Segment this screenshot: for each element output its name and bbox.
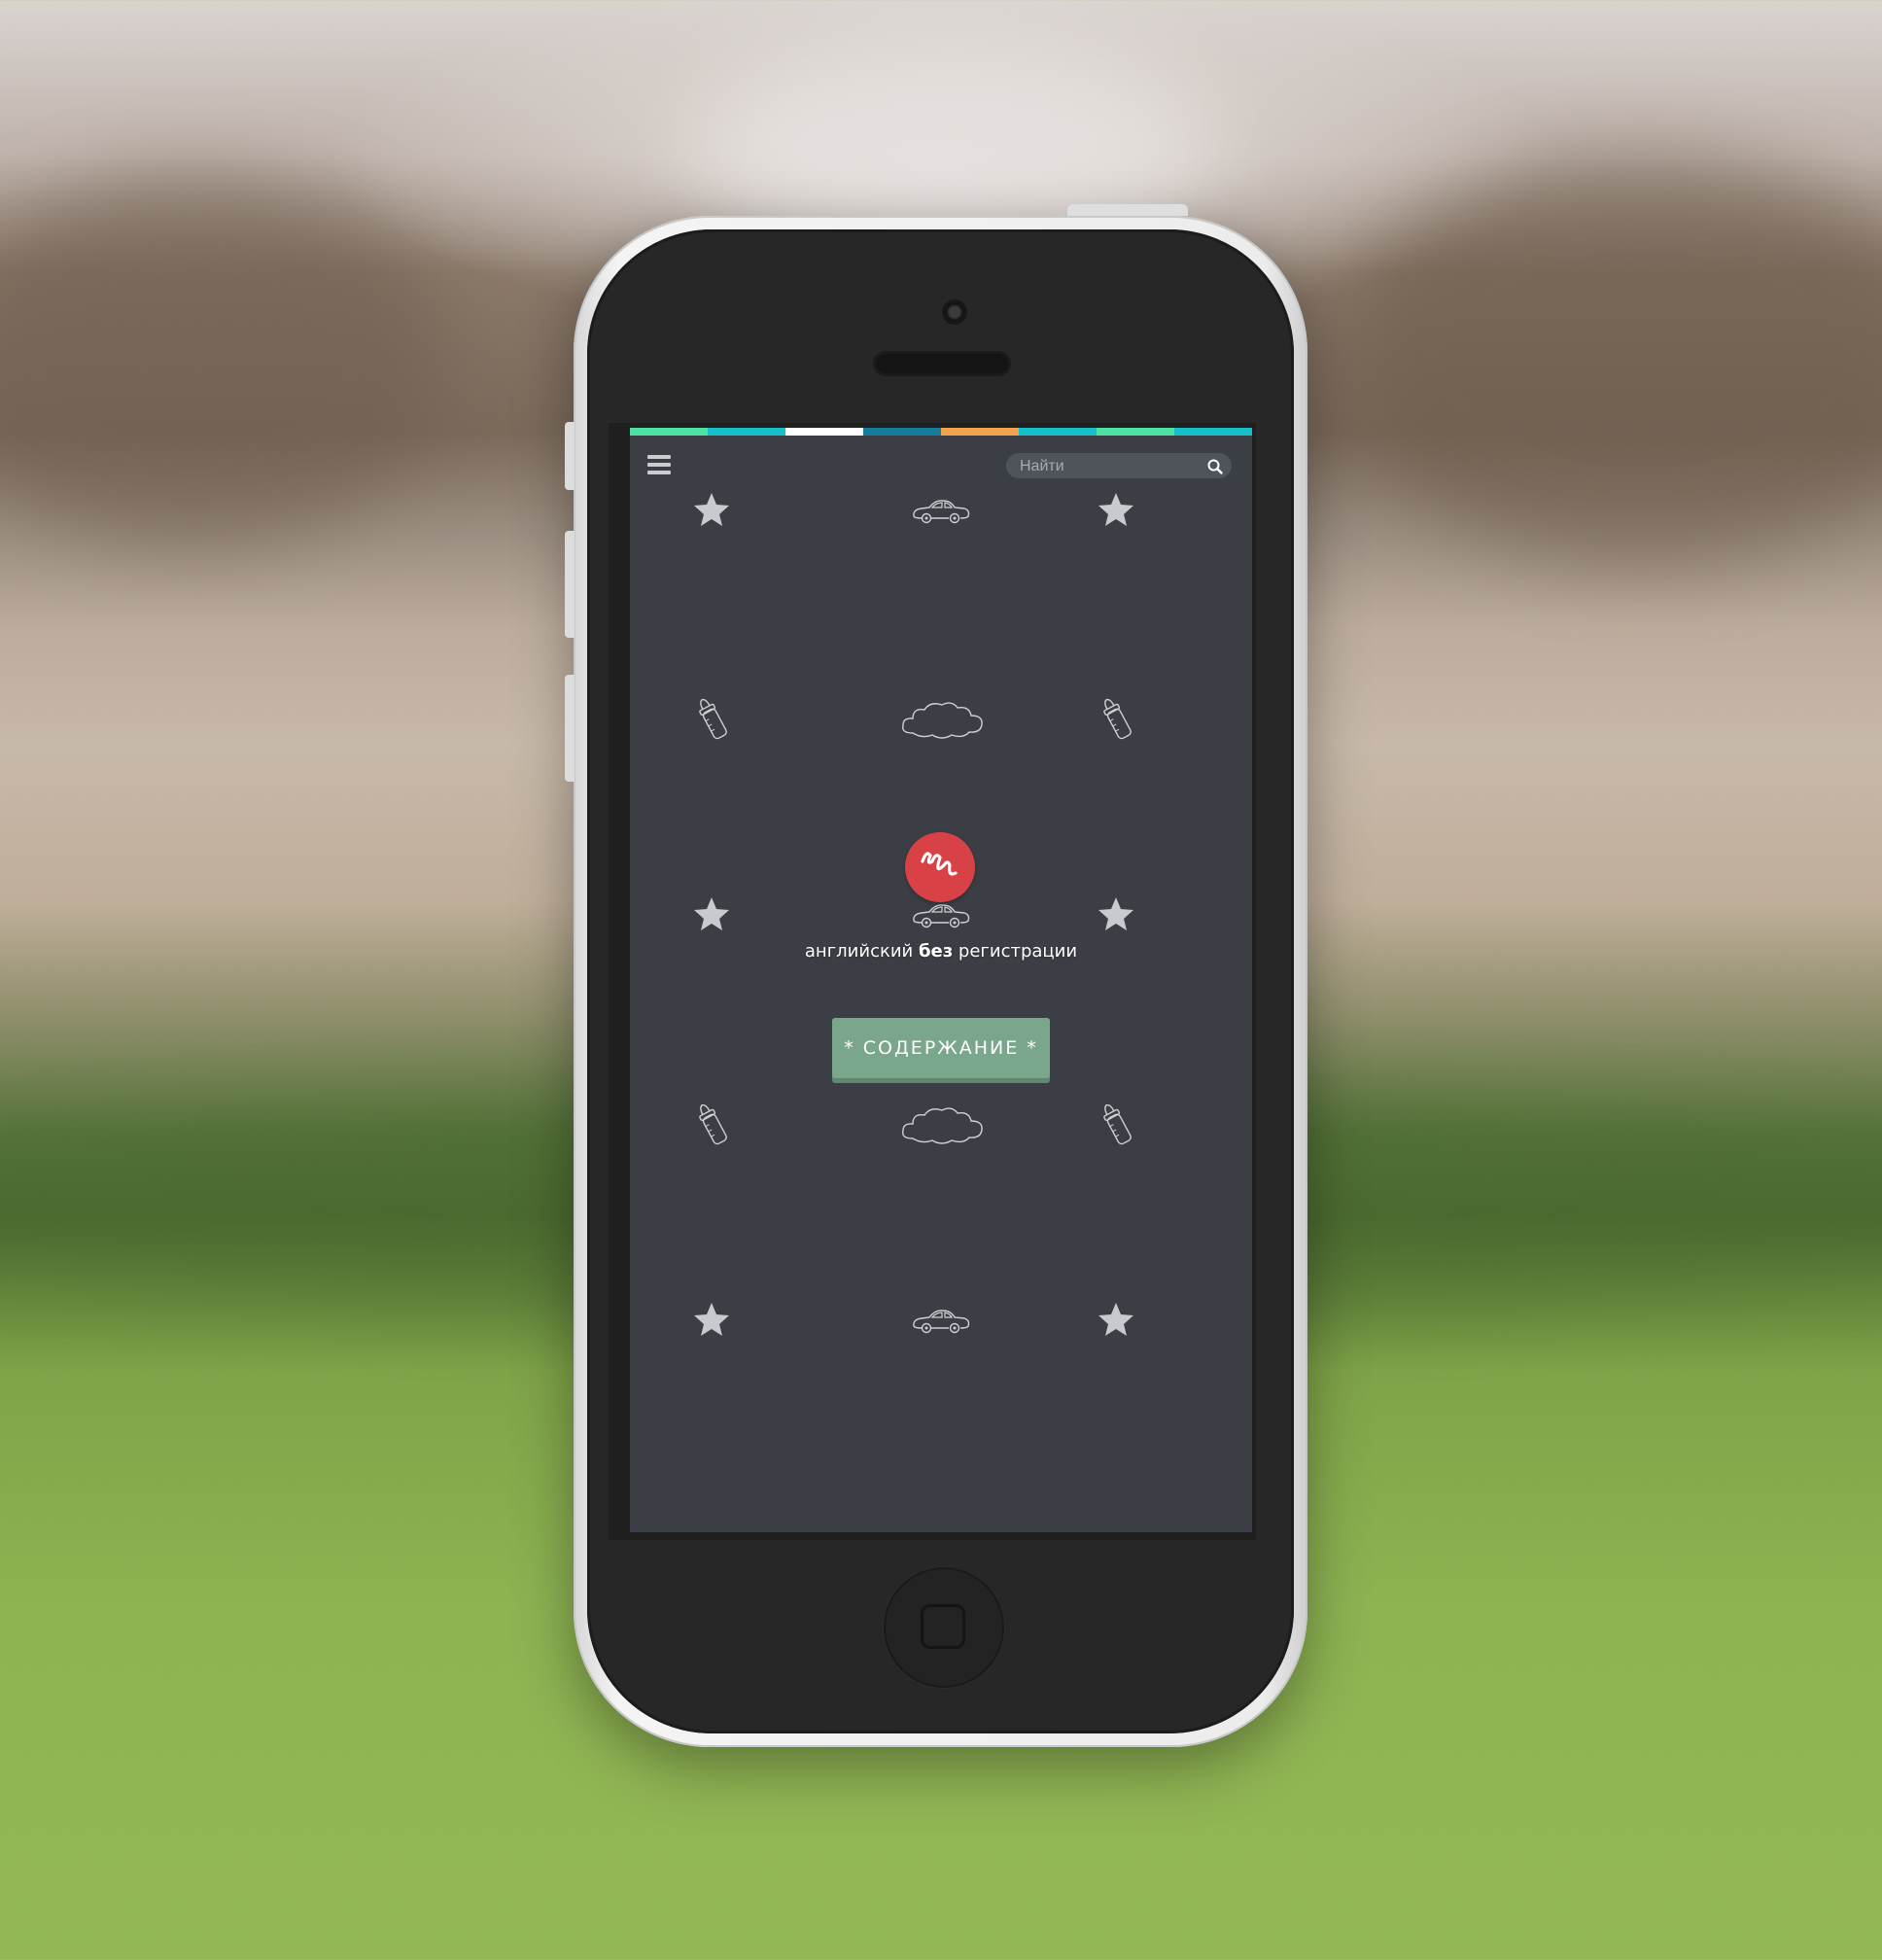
star-icon (692, 894, 731, 938)
star-icon (692, 1300, 731, 1344)
color-stripe-segment (941, 428, 1019, 436)
color-stripe-bar (630, 428, 1252, 436)
baby-bottle-icon (693, 694, 732, 750)
color-stripe-segment (1174, 428, 1252, 436)
front-camera (942, 299, 967, 325)
star-icon (1097, 1300, 1135, 1344)
color-stripe-segment (863, 428, 941, 436)
color-stripe-segment (1097, 428, 1174, 436)
star-icon (1097, 490, 1135, 534)
cloud-icon (899, 1103, 987, 1151)
search-icon[interactable] (1206, 458, 1224, 475)
search-input[interactable] (1018, 453, 1197, 480)
mute-switch (565, 422, 575, 490)
background-blur-left (0, 175, 447, 544)
home-button-icon (921, 1604, 965, 1649)
car-icon (910, 1306, 972, 1342)
background-blur-right (1342, 156, 1882, 564)
baby-bottle-icon (1098, 1100, 1136, 1155)
baby-bottle-icon (1098, 694, 1136, 750)
tagline-before: английский (804, 941, 919, 962)
squiggle-logo-icon (905, 832, 975, 902)
app-screen: английский без регистрации * СОДЕРЖАНИЕ … (630, 428, 1252, 1532)
tagline-after: регистрации (953, 941, 1078, 962)
hamburger-icon (647, 455, 671, 459)
tagline-bold: без (918, 941, 954, 962)
color-stripe-segment (630, 428, 708, 436)
star-icon (1097, 894, 1135, 938)
color-stripe-segment (1019, 428, 1097, 436)
baby-bottle-icon (693, 1100, 732, 1155)
power-button (1067, 204, 1188, 216)
car-icon (910, 900, 972, 936)
volume-down-button (565, 675, 575, 782)
tagline: английский без регистрации (630, 941, 1252, 962)
color-stripe-segment (708, 428, 785, 436)
star-icon (692, 490, 731, 534)
contents-button[interactable]: * СОДЕРЖАНИЕ * (832, 1018, 1050, 1078)
color-stripe-segment (785, 428, 863, 436)
volume-up-button (565, 531, 575, 638)
cloud-icon (899, 698, 987, 746)
home-button[interactable] (884, 1567, 1004, 1688)
car-icon (910, 496, 972, 532)
search-box (1006, 453, 1232, 480)
hamburger-menu-button[interactable] (647, 455, 671, 476)
earpiece-speaker (876, 354, 1008, 373)
